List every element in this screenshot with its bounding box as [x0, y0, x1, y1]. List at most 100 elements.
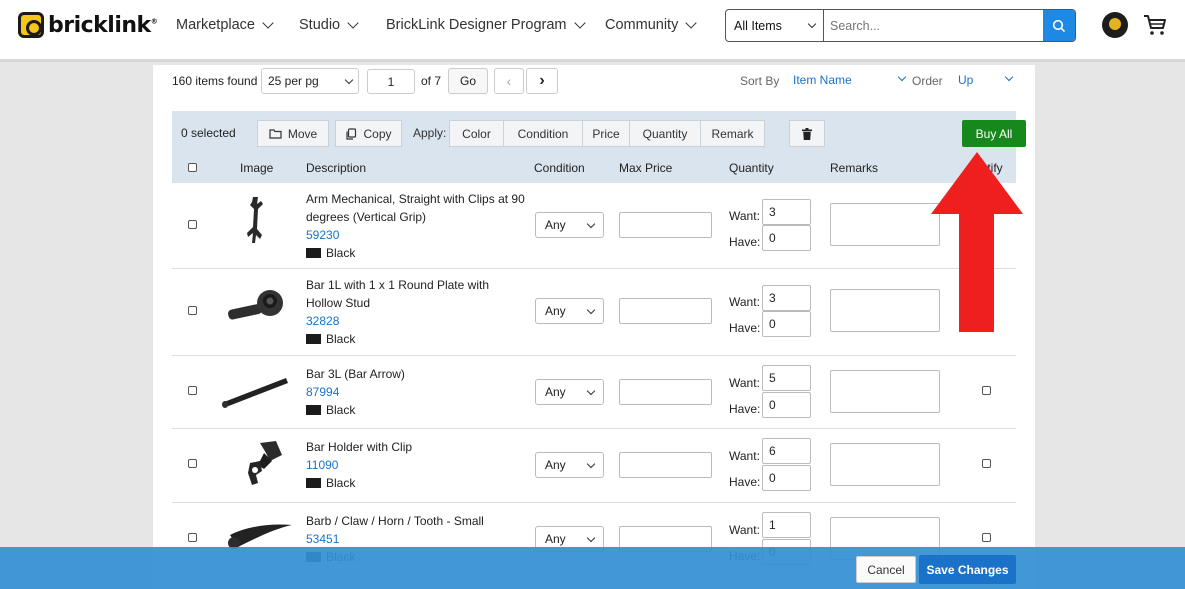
apply-label: Apply:: [413, 126, 447, 140]
part-number-link[interactable]: 59230: [306, 226, 526, 244]
have-label: Have:: [729, 402, 761, 416]
condition-select[interactable]: Any: [535, 379, 604, 405]
cart-icon[interactable]: [1142, 13, 1168, 37]
chevron-down-icon: [807, 19, 817, 29]
folder-icon: [269, 129, 282, 139]
nav-designer-program[interactable]: BrickLink Designer Program: [386, 16, 586, 33]
max-price-input[interactable]: [619, 379, 712, 405]
copy-button[interactable]: Copy: [335, 120, 402, 147]
col-image: Image: [240, 161, 274, 175]
condition-value: Any: [545, 458, 566, 472]
go-button[interactable]: Go: [448, 68, 488, 94]
col-quantity: Quantity: [729, 161, 774, 175]
page-input[interactable]: 1: [367, 69, 415, 94]
notify-checkbox[interactable]: [982, 533, 991, 542]
table-row: Arm Mechanical, Straight with Clips at 9…: [172, 183, 1016, 269]
prev-page-button[interactable]: ‹: [494, 68, 524, 94]
nav-marketplace[interactable]: Marketplace: [176, 16, 274, 33]
item-name-cont: degrees (Vertical Grip): [306, 210, 427, 224]
remarks-textarea[interactable]: [830, 370, 940, 413]
sort-by-select[interactable]: Item Name: [793, 73, 852, 87]
have-qty-input[interactable]: 0: [762, 392, 811, 418]
condition-select[interactable]: Any: [535, 298, 604, 324]
row-checkbox[interactable]: [188, 386, 197, 395]
part-number-link[interactable]: 87994: [306, 383, 526, 401]
apply-remark-button[interactable]: Remark: [700, 120, 765, 147]
nav-studio[interactable]: Studio: [299, 16, 359, 33]
condition-select[interactable]: Any: [535, 212, 604, 238]
page-value: 1: [387, 74, 395, 89]
remarks-textarea[interactable]: [830, 443, 940, 486]
apply-condition-button[interactable]: Condition: [503, 120, 583, 147]
want-label: Want:: [729, 523, 760, 537]
nav-community[interactable]: Community: [605, 16, 697, 33]
part-number-link[interactable]: 32828: [306, 312, 526, 330]
chevron-down-icon: [1004, 72, 1014, 82]
order-select[interactable]: Up: [958, 73, 973, 87]
have-qty-input[interactable]: 0: [762, 311, 811, 337]
chevron-down-icon: [586, 305, 596, 314]
notify-checkbox[interactable]: [982, 459, 991, 468]
want-qty-input[interactable]: 3: [762, 285, 811, 311]
row-checkbox[interactable]: [188, 220, 197, 229]
part-image[interactable]: [220, 370, 292, 410]
max-price-input[interactable]: [619, 452, 712, 478]
item-name: Bar 1L with 1 x 1 Round Plate with: [306, 278, 489, 292]
save-changes-button[interactable]: Save Changes: [919, 555, 1016, 584]
apply-quantity-button[interactable]: Quantity: [629, 120, 701, 147]
order-label: Order: [912, 74, 943, 88]
select-all-checkbox[interactable]: [188, 163, 197, 172]
trash-icon: [802, 127, 812, 140]
part-image[interactable]: [242, 439, 286, 487]
condition-select[interactable]: Any: [535, 452, 604, 478]
row-checkbox[interactable]: [188, 459, 197, 468]
row-checkbox[interactable]: [188, 306, 197, 315]
search-button[interactable]: [1043, 10, 1075, 41]
want-qty-input[interactable]: 1: [762, 512, 811, 538]
want-qty-input[interactable]: 6: [762, 438, 811, 464]
col-description: Description: [306, 161, 367, 175]
apply-price-button[interactable]: Price: [582, 120, 630, 147]
part-number-link[interactable]: 53451: [306, 530, 526, 548]
want-qty-input[interactable]: 5: [762, 365, 811, 391]
want-label: Want:: [729, 295, 760, 309]
condition-value: Any: [545, 385, 566, 399]
max-price-input[interactable]: [619, 212, 712, 238]
notify-checkbox[interactable]: [982, 386, 991, 395]
condition-value: Any: [545, 304, 566, 318]
part-image[interactable]: [244, 195, 270, 247]
sort-by-label: Sort By: [740, 74, 780, 88]
chevron-down-icon: [262, 16, 274, 29]
item-color: Black: [306, 330, 526, 348]
chevron-down-icon: [586, 533, 596, 542]
want-qty-input[interactable]: 3: [762, 199, 811, 225]
buy-all-button[interactable]: Buy All: [962, 120, 1026, 147]
item-color: Black: [306, 474, 526, 492]
avatar[interactable]: [1102, 12, 1128, 38]
bricklink-logo[interactable]: bricklink®: [18, 12, 158, 38]
move-button[interactable]: Move: [257, 120, 329, 147]
row-checkbox[interactable]: [188, 533, 197, 542]
part-image[interactable]: [224, 287, 294, 331]
item-name: Bar 3L (Bar Arrow): [306, 367, 405, 381]
per-page-select[interactable]: 25 per pg: [261, 68, 359, 94]
part-number-link[interactable]: 11090: [306, 456, 526, 474]
search-icon: [1052, 19, 1066, 32]
have-qty-input[interactable]: 0: [762, 465, 811, 491]
wanted-list-panel: 160 items found 25 per pg 1 of 7 Go ‹ › …: [153, 65, 1035, 589]
want-label: Want:: [729, 209, 760, 223]
remarks-textarea[interactable]: [830, 289, 940, 332]
search-scope-value: All Items: [734, 18, 782, 33]
condition-value: Any: [545, 532, 566, 546]
have-qty-input[interactable]: 0: [762, 225, 811, 251]
next-page-button[interactable]: ›: [526, 68, 558, 94]
condition-value: Any: [545, 218, 566, 232]
apply-color-button[interactable]: Color: [449, 120, 504, 147]
delete-button[interactable]: [789, 120, 825, 147]
search-scope-select[interactable]: All Items: [726, 10, 824, 41]
item-name: Barb / Claw / Horn / Tooth - Small: [306, 514, 484, 528]
search-input[interactable]: [824, 10, 1043, 41]
max-price-input[interactable]: [619, 298, 712, 324]
remarks-textarea[interactable]: [830, 203, 940, 246]
cancel-button[interactable]: Cancel: [856, 556, 916, 583]
